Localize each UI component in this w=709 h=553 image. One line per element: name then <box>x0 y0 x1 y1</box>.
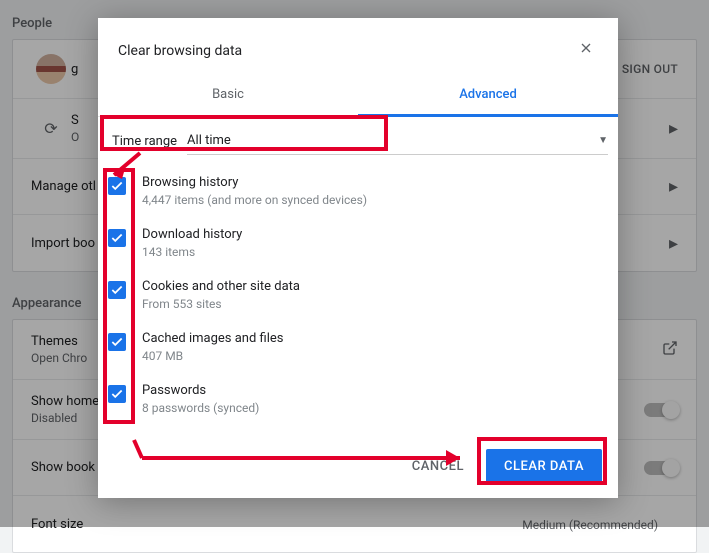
tab-basic[interactable]: Basic <box>98 75 358 116</box>
option-sub: 4,447 items (and more on synced devices) <box>142 193 608 207</box>
option-cookies[interactable]: Cookies and other site data From 553 sit… <box>106 269 614 321</box>
close-icon[interactable] <box>574 36 598 65</box>
clear-data-button[interactable]: CLEAR DATA <box>486 449 602 484</box>
option-autofill[interactable]: Autofill form data <box>106 425 614 435</box>
dialog-scroll-area[interactable]: Time range All time ▼ Browsing history 4… <box>106 117 614 435</box>
option-title: Browsing history <box>142 175 608 190</box>
option-sub: 143 items <box>142 245 608 259</box>
time-range-label: Time range <box>112 134 177 149</box>
option-title: Cached images and files <box>142 331 608 346</box>
clear-browsing-data-dialog: Clear browsing data Basic Advanced Time … <box>98 18 618 498</box>
option-sub: From 553 sites <box>142 297 608 311</box>
checkbox-cookies[interactable] <box>108 281 126 299</box>
checkbox-passwords[interactable] <box>108 385 126 403</box>
option-cached[interactable]: Cached images and files 407 MB <box>106 321 614 373</box>
checkbox-cached[interactable] <box>108 333 126 351</box>
time-range-select[interactable]: All time ▼ <box>187 127 608 155</box>
dialog-title: Clear browsing data <box>118 43 574 59</box>
dropdown-arrow-icon: ▼ <box>598 135 608 146</box>
option-sub: 8 passwords (synced) <box>142 401 608 415</box>
time-range-value: All time <box>187 133 598 148</box>
option-title: Download history <box>142 227 608 242</box>
checkbox-browsing-history[interactable] <box>108 177 126 195</box>
option-title: Passwords <box>142 383 608 398</box>
option-sub: 407 MB <box>142 349 608 363</box>
tab-advanced[interactable]: Advanced <box>358 75 618 117</box>
option-title: Cookies and other site data <box>142 279 608 294</box>
option-browsing-history[interactable]: Browsing history 4,447 items (and more o… <box>106 165 614 217</box>
checkbox-download-history[interactable] <box>108 229 126 247</box>
option-passwords[interactable]: Passwords 8 passwords (synced) <box>106 373 614 425</box>
option-download-history[interactable]: Download history 143 items <box>106 217 614 269</box>
cancel-button[interactable]: CANCEL <box>400 451 476 482</box>
